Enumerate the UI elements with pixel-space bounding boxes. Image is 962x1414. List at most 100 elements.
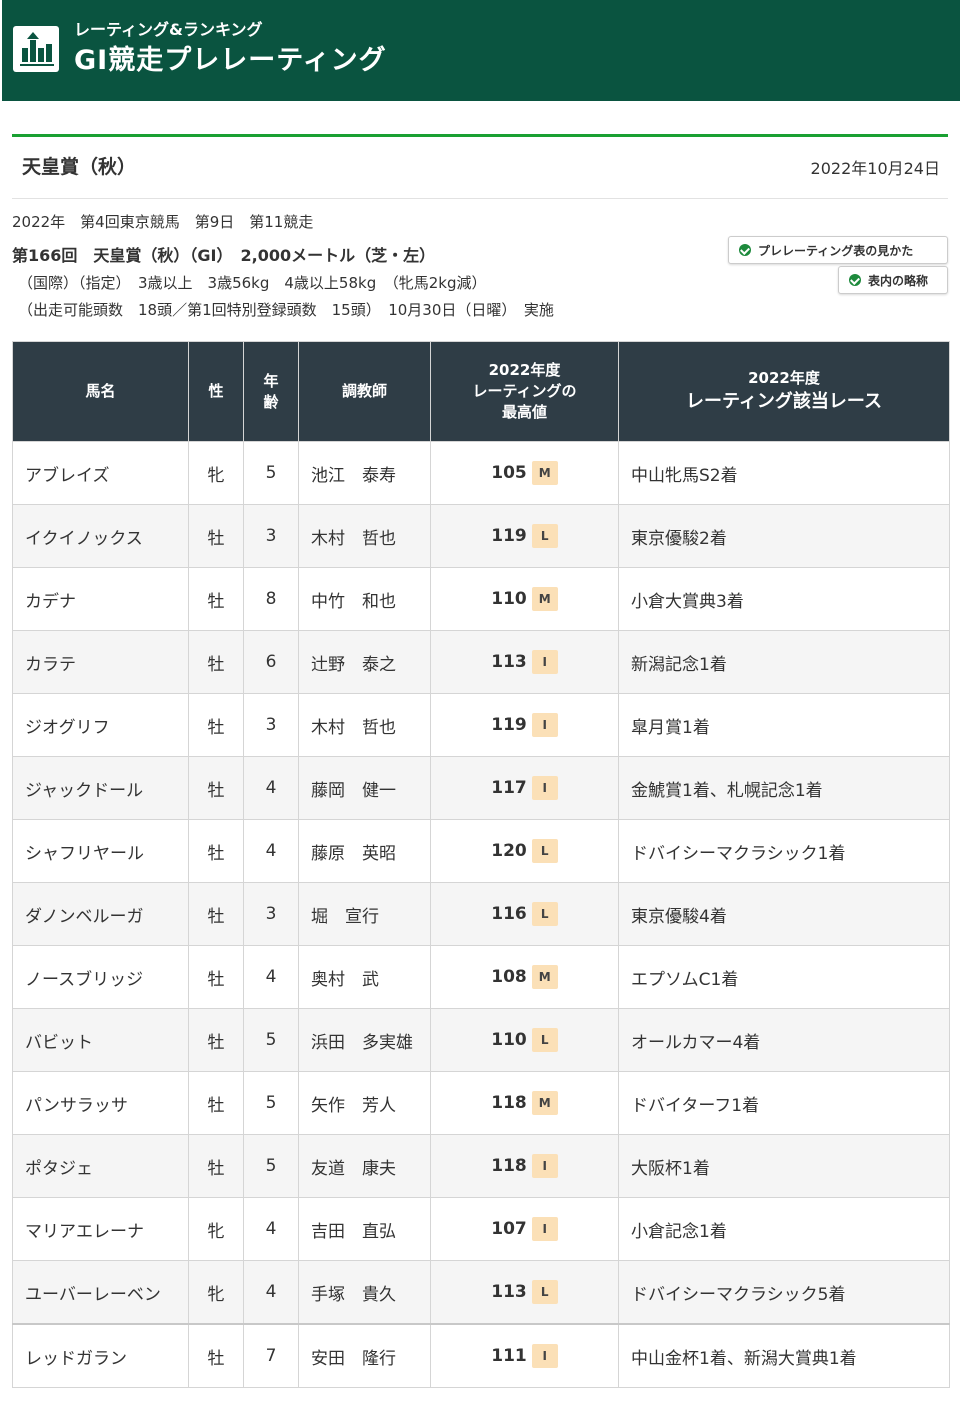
rating-cell: 111 I (430, 1323, 619, 1388)
rating-cell: 113 L (430, 1260, 619, 1325)
trainer-name: 手塚 貴久 (298, 1260, 431, 1325)
distance-category-badge: L (531, 839, 558, 863)
rating-cell: 120 L (430, 819, 619, 883)
trainer-name: 奥村 武 (298, 945, 431, 1009)
horse-name: バビット (12, 1008, 189, 1072)
horse-sex: 牡 (188, 945, 244, 1009)
horse-age: 4 (243, 1197, 299, 1261)
horse-sex: 牡 (188, 630, 244, 694)
horse-age: 5 (243, 441, 299, 505)
horse-age: 3 (243, 882, 299, 946)
divider (12, 198, 948, 199)
table-header-row: 馬名 性 年齢 調教師 2022年度 レーティングの 最高値 2022年度 レーティン… (12, 341, 950, 442)
qualifying-race: ドバイシーマクラシック5着 (618, 1260, 950, 1325)
trainer-name: 友道 康夫 (298, 1134, 431, 1198)
horse-name: カラテ (12, 630, 189, 694)
rating-cell: 117 I (430, 756, 619, 820)
table-row: ジオグリフ牡 3 木村 哲也 119 I 皐月賞1着 (12, 693, 950, 757)
horse-age: 4 (243, 819, 299, 883)
rating-table: 馬名 性 年齢 調教師 2022年度 レーティングの 最高値 2022年度 レーティン… (12, 341, 950, 1388)
qualifying-race: 小倉大賞典3着 (618, 567, 950, 631)
distance-category-badge: L (531, 524, 558, 548)
horse-sex: 牡 (188, 1071, 244, 1135)
horse-age: 8 (243, 567, 299, 631)
horse-age: 6 (243, 630, 299, 694)
distance-category-badge: M (531, 461, 558, 485)
rating-value: 110 (491, 1030, 527, 1050)
check-circle-icon (849, 274, 861, 286)
rating-cell: 113 I (430, 630, 619, 694)
table-row: シャフリヤール牡 4 藤原 英昭 120 L ドバイシーマクラシック1着 (12, 819, 950, 883)
rating-cell: 118 M (430, 1071, 619, 1135)
horse-sex: 牡 (188, 882, 244, 946)
horse-sex: 牡 (188, 1323, 244, 1388)
table-row: ジャックドール牡 4 藤岡 健一 117 I 金鯱賞1着、札幌記念1着 (12, 756, 950, 820)
published-date: 2022年10月24日 (810, 159, 940, 178)
race-meeting: 2022年 第4回東京競馬 第9日 第11競走 (12, 213, 314, 231)
table-row: イクイノックス牡 3 木村 哲也 119 L 東京優駿2着 (12, 504, 950, 568)
section-divider (12, 134, 948, 137)
race-conditions: （国際）（指定） 3歳以上 3歳56kg 4歳以上58kg （牝馬2kg減） (18, 274, 487, 292)
qualifying-race: オールカマー4着 (618, 1008, 950, 1072)
rating-cell: 108 M (430, 945, 619, 1009)
how-to-read-button[interactable]: プレレーティング表の見かた (728, 236, 948, 264)
rating-value: 110 (491, 589, 527, 609)
rating-cell: 118 I (430, 1134, 619, 1198)
table-row: カラテ牡 6 辻野 泰之 113 I 新潟記念1着 (12, 630, 950, 694)
horse-sex: 牡 (188, 504, 244, 568)
trainer-name: 中竹 和也 (298, 567, 431, 631)
table-row: マリアエレーナ牝 4 吉田 直弘 107 I 小倉記念1着 (12, 1197, 950, 1261)
table-row: レッドガラン牡 7 安田 隆行 111 I 中山金杯1着、新潟大賞典1着 (12, 1323, 950, 1388)
qualifying-race: 東京優駿4着 (618, 882, 950, 946)
rating-cell: 110 M (430, 567, 619, 631)
rating-cell: 105 M (430, 441, 619, 505)
rating-cell: 116 L (430, 882, 619, 946)
qualifying-race: 皐月賞1着 (618, 693, 950, 757)
race-entries: （出走可能頭数 18頭／第1回特別登録頭数 15頭） 10月30日（日曜） 実施 (18, 301, 554, 319)
check-circle-icon (739, 244, 751, 256)
horse-age: 4 (243, 1260, 299, 1325)
horse-sex: 牡 (188, 1134, 244, 1198)
header-trainer: 調教師 (298, 341, 431, 442)
rating-value: 108 (491, 967, 527, 987)
rating-value: 113 (491, 652, 527, 672)
horse-name: カデナ (12, 567, 189, 631)
horse-age: 4 (243, 945, 299, 1009)
rating-cell: 110 L (430, 1008, 619, 1072)
header-subtitle: レーティング&ランキング (74, 20, 263, 39)
rating-value: 118 (491, 1156, 527, 1176)
header-age: 年齢 (243, 341, 299, 442)
header-horse-name: 馬名 (12, 341, 189, 442)
distance-category-badge: M (531, 587, 558, 611)
horse-age: 3 (243, 504, 299, 568)
horse-name: レッドガラン (12, 1323, 189, 1388)
abbreviations-label: 表内の略称 (868, 273, 929, 288)
table-row: バビット牡 5 浜田 多実雄 110 L オールカマー4着 (12, 1008, 950, 1072)
qualifying-race: ドバイシーマクラシック1着 (618, 819, 950, 883)
trainer-name: 藤原 英昭 (298, 819, 431, 883)
qualifying-race: 中山牝馬S2着 (618, 441, 950, 505)
distance-category-badge: L (531, 902, 558, 926)
qualifying-race: 東京優駿2着 (618, 504, 950, 568)
how-to-read-label: プレレーティング表の見かた (758, 243, 914, 258)
rating-value: 105 (491, 463, 527, 483)
rating-value: 107 (491, 1219, 527, 1239)
horse-name: アブレイズ (12, 441, 189, 505)
distance-category-badge: L (531, 1028, 558, 1052)
rating-value: 113 (491, 1282, 527, 1302)
rating-cell: 119 I (430, 693, 619, 757)
distance-category-badge: I (531, 1217, 558, 1241)
horse-age: 7 (243, 1323, 299, 1388)
horse-name: ジャックドール (12, 756, 189, 820)
distance-category-badge: M (531, 1091, 558, 1115)
distance-category-badge: I (531, 776, 558, 800)
horse-name: ユーバーレーベン (12, 1260, 189, 1325)
horse-sex: 牝 (188, 441, 244, 505)
horse-sex: 牡 (188, 693, 244, 757)
rating-value: 120 (491, 841, 527, 861)
table-row: ポタジェ牡 5 友道 康夫 118 I 大阪杯1着 (12, 1134, 950, 1198)
table-row: パンサラッサ牡 5 矢作 芳人 118 M ドバイターフ1着 (12, 1071, 950, 1135)
horse-name: イクイノックス (12, 504, 189, 568)
abbreviations-button[interactable]: 表内の略称 (838, 266, 948, 294)
trainer-name: 矢作 芳人 (298, 1071, 431, 1135)
